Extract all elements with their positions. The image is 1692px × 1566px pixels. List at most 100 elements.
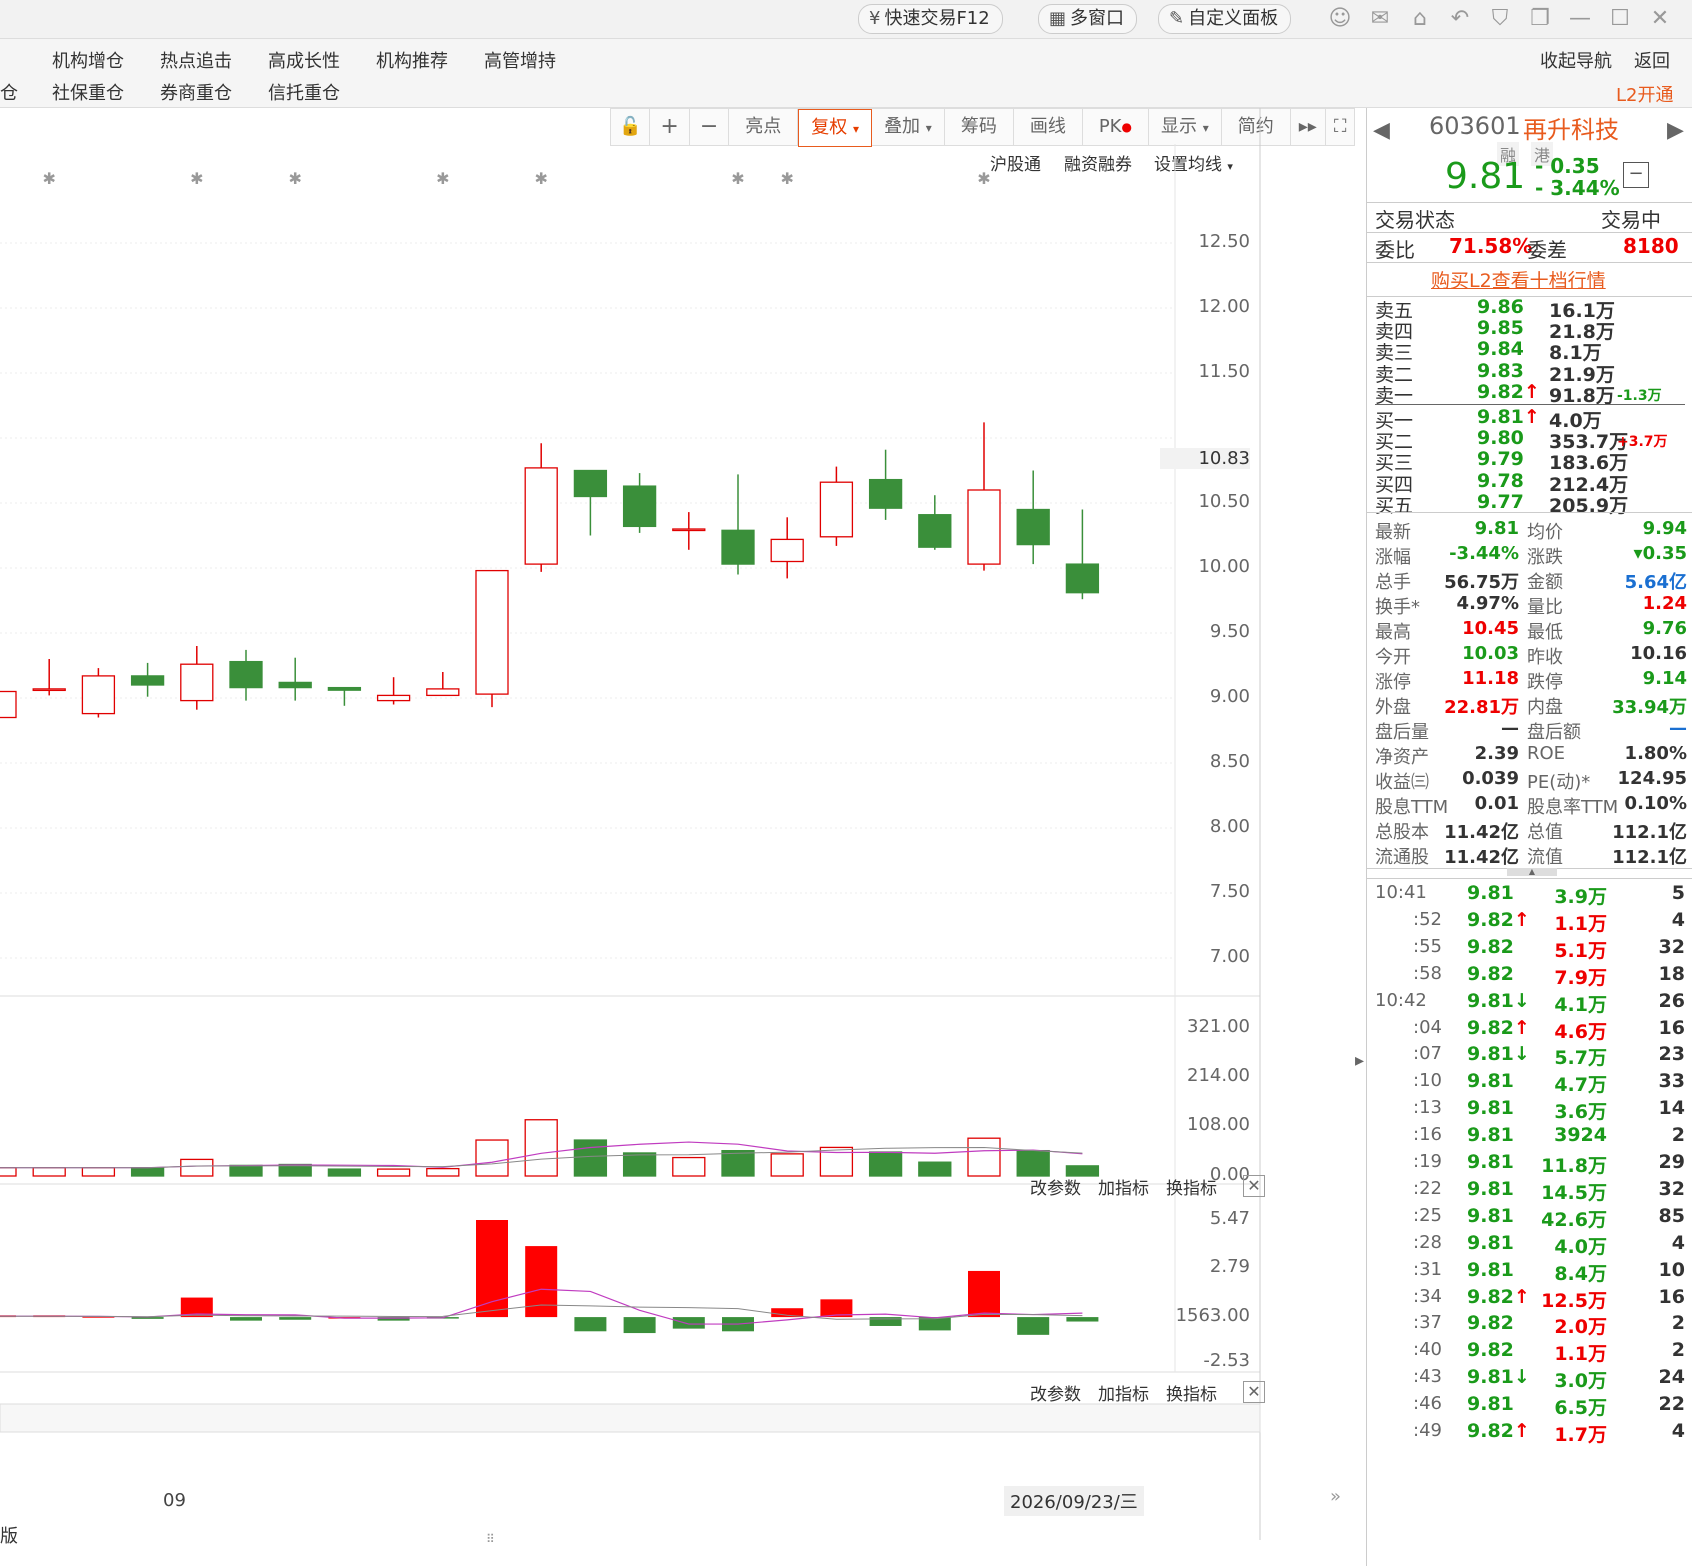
nav-item-jigoutuijian[interactable]: 机构推荐 [376,47,448,73]
collapse-nav-button[interactable]: 收起导航 [1540,47,1612,73]
volume-bar [622,1152,657,1177]
candle-body [81,675,116,715]
vol-change-params-link[interactable]: 改参数 [1030,1174,1081,1199]
multi-window-button[interactable]: ▦ 多窗口 [1038,4,1138,34]
nav-item-gaochengzhang[interactable]: 高成长性 [268,47,340,73]
tick-time: :10 [1413,1070,1442,1092]
tick-volume: 3.9万 [1554,886,1607,908]
tick-time: :28 [1413,1231,1442,1253]
scroll-right-icon[interactable]: » [1330,1486,1341,1507]
candle-body [1065,563,1100,594]
minimize-icon[interactable]: — [1566,5,1594,33]
yuan-icon: ¥ [869,8,881,29]
nav-item-quanshangzhongcang[interactable]: 券商重仓 [160,79,232,105]
maximize-icon[interactable]: ☐ [1606,5,1634,33]
tick-row: :04 9.82↑ 4.6万 16 [1367,1017,1692,1043]
l2-open-link[interactable]: L2开通 [1616,81,1673,107]
tick-row: :49 9.82↑ 1.7万 4 [1367,1420,1692,1446]
stat-value: 112.1亿 [1612,847,1687,868]
tick-volume: 14.5万 [1541,1181,1607,1204]
nav-item-xintuozhongcang[interactable]: 信托重仓 [268,79,340,105]
nav-item-redianzhuiji[interactable]: 热点追击 [160,47,232,73]
close-icon[interactable]: ✕ [1646,5,1674,33]
tick-row: :37 9.82 2.0万 2 [1367,1312,1692,1338]
prev-stock-icon[interactable]: ◀ [1373,118,1390,143]
tick-price: 9.81↓ [1467,1043,1530,1066]
tick-volume: 5.1万 [1554,939,1607,962]
ask-row[interactable]: 卖二 9.83 21.9万 [1367,360,1692,386]
skin-icon[interactable]: ⛉ [1486,5,1514,33]
ask-row[interactable]: 卖五 9.86 16.1万 [1367,296,1692,322]
nav-item-cut[interactable]: 仓 [0,79,18,105]
price-tick-label: 12.00 [1198,296,1250,317]
tick-time: :55 [1413,935,1442,957]
tick-price: 9.82↑ [1467,1016,1530,1039]
tick-volume: 12.5万 [1541,1289,1607,1312]
stats-row: 净资产 2.39 ROE 1.80% [1367,743,1692,768]
volume-bar [229,1164,263,1177]
quick-trade-button[interactable]: ¥ 快速交易F12 [858,4,1003,34]
nav-item-shebaozhongcang[interactable]: 社保重仓 [52,79,124,105]
bid-row[interactable]: 买五 9.77 205.9万 [1367,491,1692,517]
custom-panel-button[interactable]: ✎ 自定义面板 [1158,4,1292,34]
home-icon[interactable]: ⌂ [1406,5,1434,33]
trade-status-value: 交易中 [1601,208,1661,232]
stat-value: — [1669,718,1687,739]
arrow-up-icon: ↑ [1523,380,1540,403]
bid-row[interactable]: 买四 9.78 212.4万 [1367,470,1692,496]
kline-chart-svg[interactable]: ✱ ✱ ✱ ✱ ✱ ✱ ✱ ✱ [0,108,1355,1540]
tick-row: :19 9.81 11.8万 29 [1367,1151,1692,1177]
bottom-tab-cut[interactable]: 版 [0,1522,18,1548]
tick-time: :46 [1413,1393,1442,1415]
expand-handle-icon[interactable]: ▲ [1507,868,1557,876]
resize-handle-icon[interactable]: ⠿ [486,1532,495,1546]
stats-row: 外盘 22.81万 内盘 33.94万 [1367,693,1692,718]
macd-bar [1017,1317,1050,1335]
stat-label: 收益㈢ [1375,772,1429,793]
tick-time: :25 [1413,1204,1442,1226]
undo-icon[interactable]: ↶ [1446,5,1474,33]
tick-time: :43 [1413,1366,1442,1388]
event-star-icon: ✱ [190,169,203,188]
macd-change-params-link[interactable]: 改参数 [1030,1380,1081,1405]
buy-l2-link[interactable]: 购买L2查看十档行情 [1431,266,1606,292]
stat-label: 流通股 [1375,847,1429,868]
tick-count: 24 [1658,1366,1685,1389]
vol-close-icon[interactable]: ✕ [1243,1175,1265,1197]
bid-row[interactable]: 买一 9.81↑ 4.0万 [1367,406,1692,432]
candle-body [622,485,657,528]
user-icon[interactable]: ☺ [1326,5,1354,33]
ask-row[interactable]: 卖一 9.82↑ 91.8万 -1.3万 [1367,380,1692,407]
tick-price: 9.81 [1467,882,1514,904]
ask-row[interactable]: 卖三 9.84 8.1万 [1367,338,1692,364]
stats-row: 盘后量 — 盘后额 — [1367,718,1692,743]
macd-swap-indicator-link[interactable]: 换指标 [1166,1380,1217,1405]
bid-row[interactable]: 买二 9.80 353.7万 +3.7万 [1367,427,1692,453]
volume-bar [475,1139,509,1177]
ask-row[interactable]: 卖四 9.85 21.8万 [1367,317,1692,343]
price-change: - 0.35 [1535,154,1600,178]
macd-add-indicator-link[interactable]: 加指标 [1098,1380,1149,1405]
vol-add-indicator-link[interactable]: 加指标 [1098,1174,1149,1199]
tick-row: :25 9.81 42.6万 85 [1367,1205,1692,1231]
tick-row: :22 9.81 14.5万 32 [1367,1178,1692,1204]
tick-price: 9.81 [1467,1124,1514,1147]
nav-item-jigouzengcang[interactable]: 机构增仓 [52,47,124,73]
macd-close-icon[interactable]: ✕ [1243,1381,1265,1403]
restore-small-icon[interactable]: ❐ [1526,5,1554,33]
chart-area[interactable]: 🔓 + − 亮点 复权 ▾ 叠加 ▾ 筹码 画线 PK● 显示 ▾ 简约 ▸▸ … [0,108,1356,1547]
stat-label: 盘后量 [1375,722,1429,743]
candle-body [967,489,1001,565]
mail-icon[interactable]: ✉ [1366,5,1394,33]
macd-tick-label: 2.79 [1209,1255,1250,1277]
next-stock-icon[interactable]: ▶ [1667,118,1684,143]
remove-watch-icon[interactable]: − [1623,162,1649,188]
panel-collapse-arrow-icon[interactable]: ▸ [1355,1050,1364,1071]
back-button[interactable]: 返回 [1634,47,1670,73]
vol-swap-indicator-link[interactable]: 换指标 [1166,1174,1217,1199]
bid-row[interactable]: 买三 9.79 183.6万 [1367,448,1692,474]
volume-bar [130,1167,165,1177]
tick-volume: 11.8万 [1541,1155,1607,1177]
stat-value: ▾0.35 [1633,543,1687,564]
nav-item-gaoguanzengchi[interactable]: 高管增持 [484,47,556,73]
